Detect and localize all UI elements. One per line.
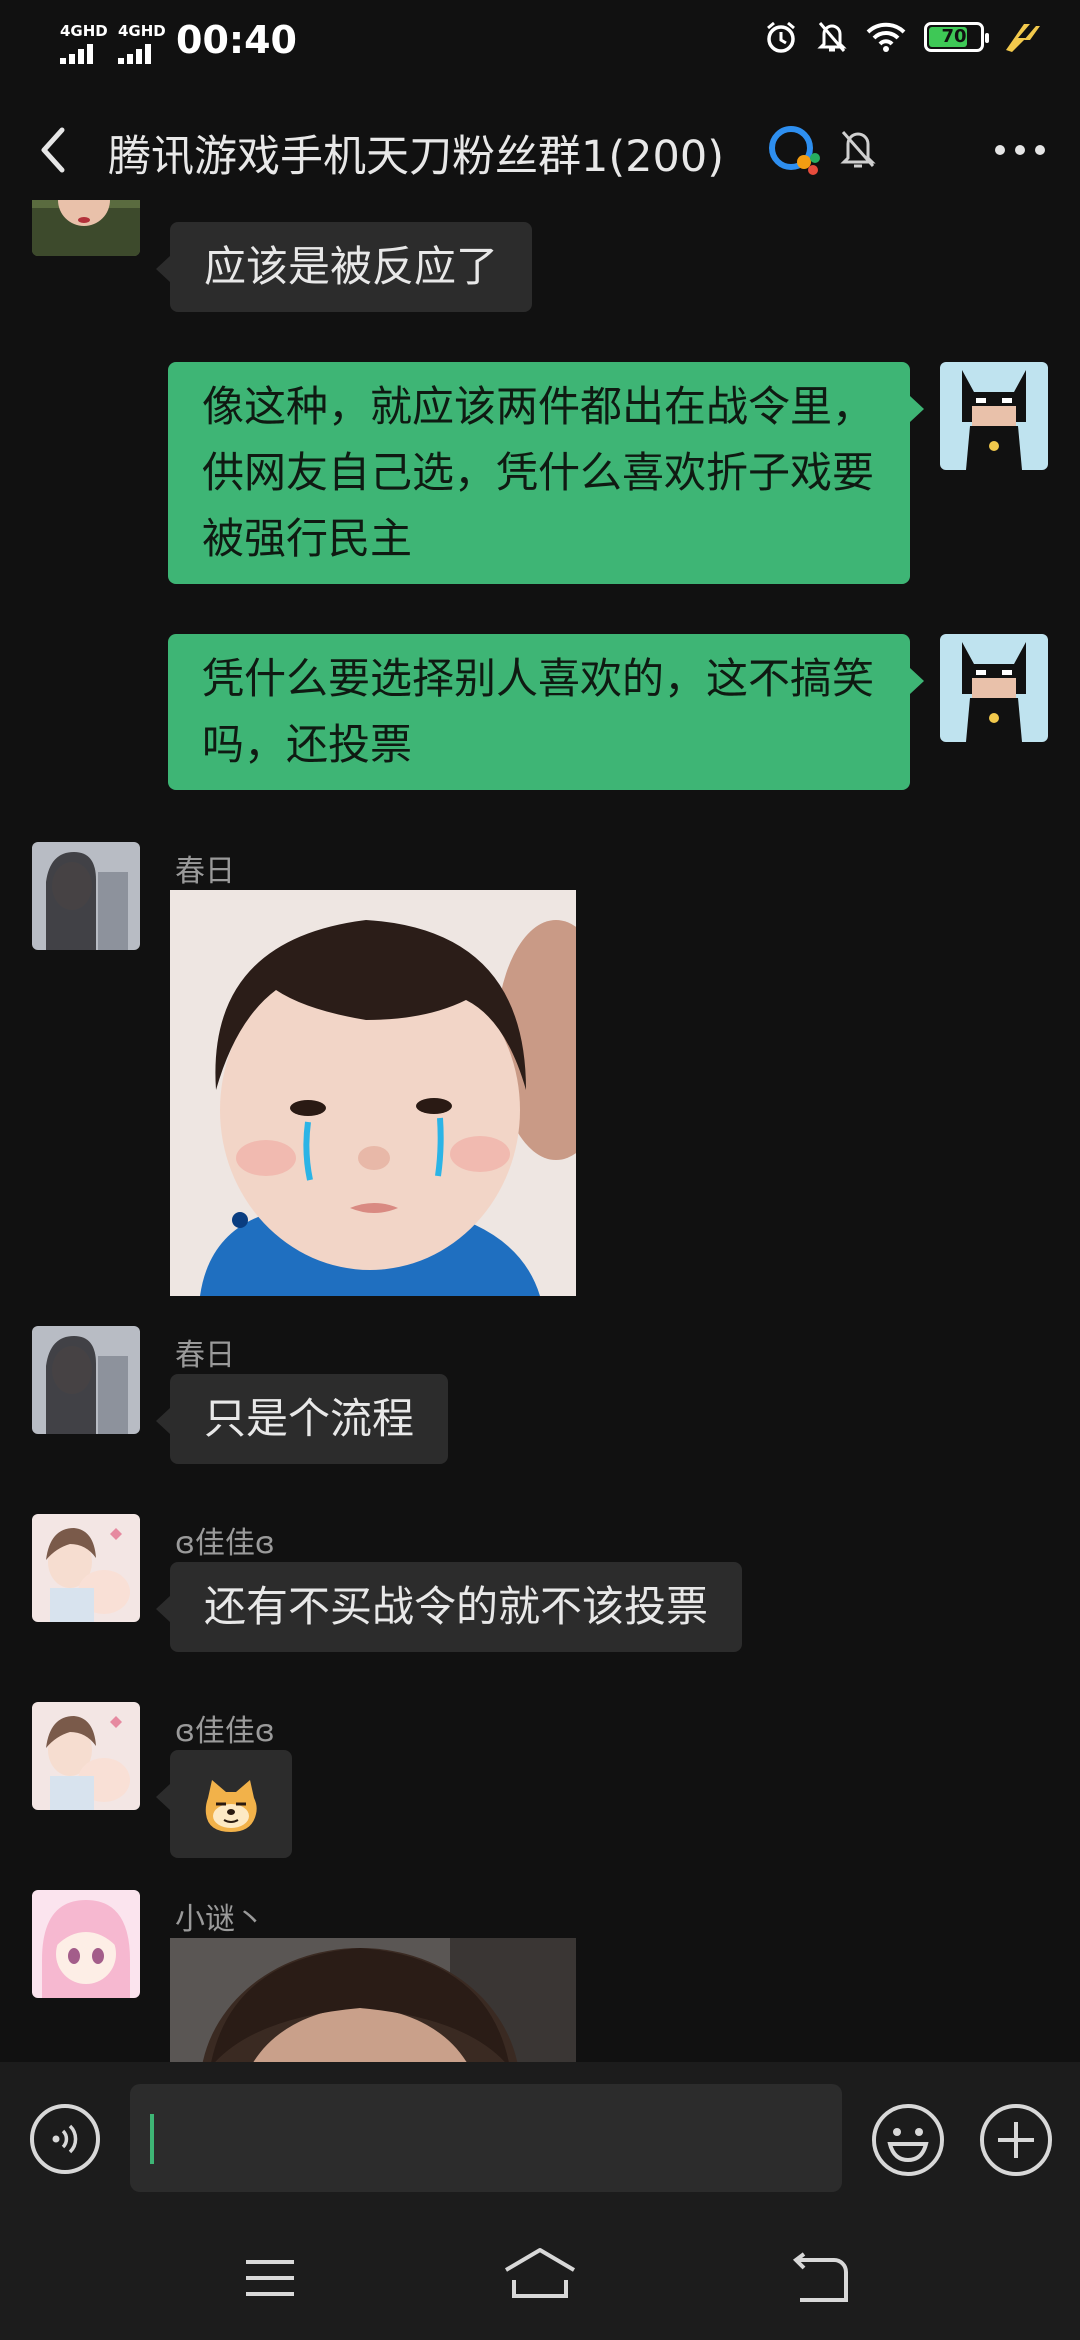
message-text: 还有不买战令的就不该投票 — [204, 1582, 709, 1631]
recent-apps-button[interactable] — [240, 2252, 300, 2304]
message-bubble-self[interactable]: 像这种，就应该两件都出在战令里，供网友自己选，凭什么喜欢折子戏要被强行民主 — [168, 362, 924, 584]
message-bubble[interactable]: 还有不买战令的就不该投票 — [155, 1562, 743, 1652]
avatar[interactable] — [32, 1702, 140, 1810]
sender-name: 春日 — [175, 1338, 235, 1373]
image-message[interactable] — [170, 1938, 576, 2062]
cell-signal-icon: 4GHD — [60, 22, 108, 64]
message-bubble[interactable] — [156, 1750, 292, 1858]
avatar[interactable] — [32, 1514, 140, 1622]
sender-name: 春日 — [175, 854, 235, 889]
more-functions-button[interactable] — [978, 2102, 1054, 2178]
back-nav-button[interactable] — [790, 2250, 850, 2306]
message-bubble-self[interactable]: 凭什么要选择别人喜欢的，这不搞笑吗，还投票 — [168, 634, 924, 790]
avatar[interactable] — [32, 842, 140, 950]
status-bar: 4GHD 4GHD 00:40 70 — [0, 0, 1080, 90]
back-button[interactable] — [30, 120, 80, 180]
battery-level: 70 — [941, 26, 967, 47]
network-type-label-2: 4GHD — [118, 22, 166, 40]
group-chat-badge-icon — [769, 126, 820, 175]
home-button[interactable] — [500, 2244, 580, 2304]
alarm-icon — [767, 21, 795, 53]
message-bubble[interactable]: 应该是被反应了 — [155, 222, 533, 312]
avatar[interactable] — [32, 200, 140, 256]
notifications-off-icon — [817, 22, 847, 52]
message-text: 只是个流程 — [204, 1394, 415, 1443]
network-type-label: 4GHD — [60, 22, 108, 40]
avatar[interactable] — [32, 1326, 140, 1434]
charging-icon — [1006, 24, 1040, 52]
sender-name: ɞ佳佳ɞ — [175, 1526, 275, 1561]
wifi-icon — [866, 22, 906, 52]
image-message[interactable] — [170, 890, 576, 1296]
message-list[interactable]: 应该是被反应了 像这种，就应该两件都出在战令里，供网友自己选，凭什么喜欢折子戏要… — [0, 200, 1080, 2062]
more-options-button[interactable] — [990, 130, 1050, 170]
crying-baby-photo — [170, 890, 576, 1296]
self-avatar[interactable] — [940, 634, 1048, 742]
cell-signal-icon-2: 4GHD — [118, 22, 166, 64]
message-text: 应该是被反应了 — [204, 242, 499, 291]
emoji-button[interactable] — [870, 2102, 946, 2178]
voice-input-button[interactable] — [28, 2102, 102, 2176]
system-nav-bar — [0, 2216, 1080, 2340]
chat-header: 腾讯游戏手机天刀粉丝群1(200) — [0, 100, 1080, 200]
message-text: 凭什么要选择别人喜欢的，这不搞笑吗，还投票 — [202, 654, 875, 769]
avatar[interactable] — [32, 1890, 140, 1998]
text-caret — [150, 2114, 154, 2164]
message-input[interactable] — [130, 2084, 842, 2192]
clock: 00:40 — [176, 18, 297, 62]
battery-icon: 70 — [924, 22, 989, 52]
photo — [170, 1938, 576, 2062]
sender-name: ɞ佳佳ɞ — [175, 1714, 275, 1749]
doge-emoji-icon — [205, 1780, 257, 1832]
self-avatar[interactable] — [940, 362, 1048, 470]
message-text: 像这种，就应该两件都出在战令里，供网友自己选，凭什么喜欢折子戏要被强行民主 — [202, 382, 875, 563]
mute-bell-icon — [840, 131, 876, 168]
message-bubble[interactable]: 只是个流程 — [155, 1374, 449, 1464]
chat-title[interactable]: 腾讯游戏手机天刀粉丝群1(200) — [108, 122, 724, 184]
sender-name: 小谜丶 — [175, 1902, 265, 1937]
input-bar — [0, 2062, 1080, 2216]
